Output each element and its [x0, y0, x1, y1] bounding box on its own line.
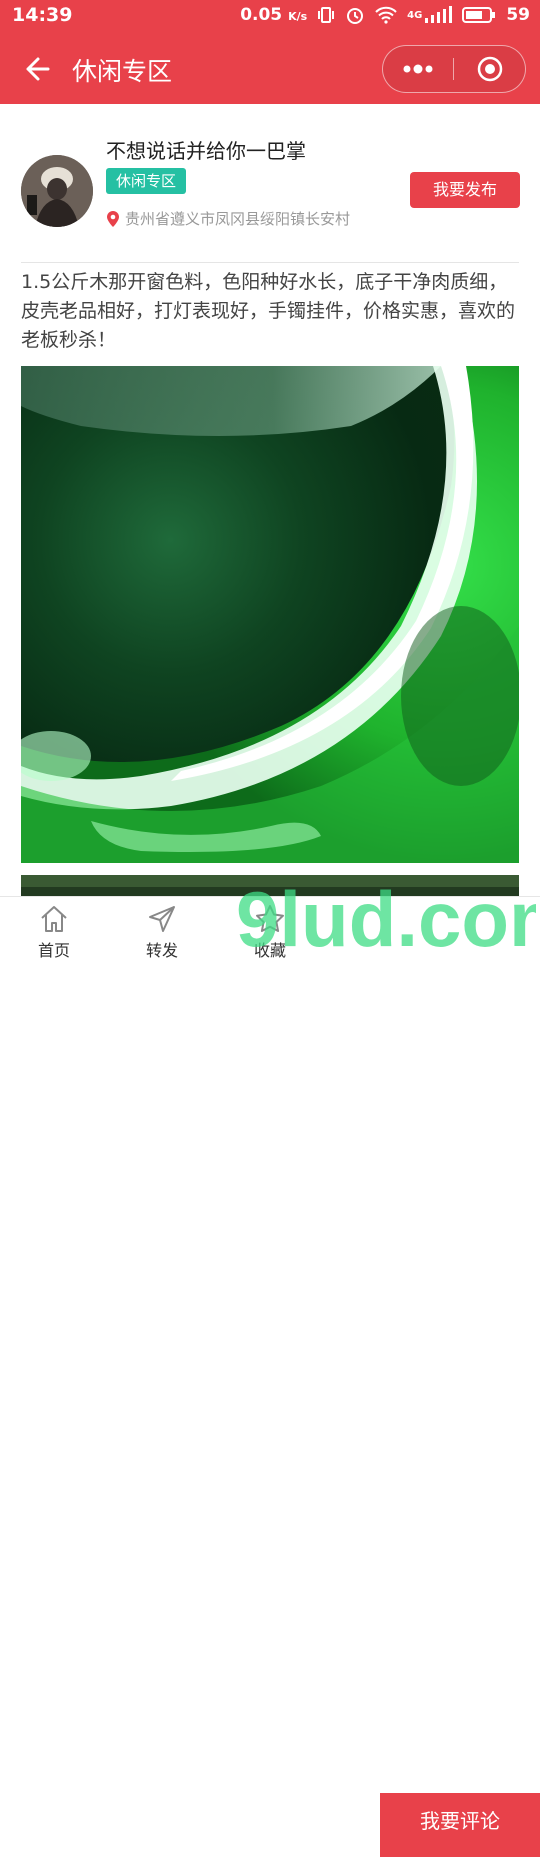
tab-home-label: 首页 [37, 941, 70, 960]
avatar-image [21, 155, 93, 227]
author-name[interactable]: 不想说话并给你一巴掌 [106, 135, 306, 164]
publish-button[interactable]: 我要发布 [410, 172, 520, 208]
nav-bar: 休闲专区 [0, 34, 540, 104]
alarm-icon [347, 8, 364, 24]
battery-icon [462, 7, 496, 23]
location-text: 贵州省遵义市凤冈县绥阳镇长安村 [125, 210, 351, 228]
signal-icon [425, 6, 453, 23]
back-arrow-icon[interactable] [22, 54, 52, 84]
status-bar: 14:39 0.05 K/s 4G 59 [0, 0, 540, 34]
tab-share-label: 转发 [145, 941, 178, 960]
page-title: 休闲专区 [72, 57, 173, 86]
capsule-divider [453, 58, 454, 80]
location-pin-icon [107, 210, 119, 227]
jade-photo [21, 366, 519, 863]
post-image[interactable] [21, 366, 519, 863]
category-tag: 休闲专区 [106, 168, 187, 194]
mini-program-capsule [382, 45, 526, 93]
star-icon [256, 905, 284, 932]
comment-button[interactable]: 我要评论 [380, 1793, 540, 1857]
tab-favorite[interactable]: 收藏 [235, 897, 305, 961]
post-content: 1.5公斤木那开窗色料，色阳种好水长，底子干净肉质细，皮壳老品相好，打灯表现好，… [21, 271, 516, 351]
send-icon [149, 906, 175, 932]
status-icons: 0.05 K/s 4G 59 [240, 5, 530, 25]
vibrate-icon [318, 7, 335, 23]
target-circle-icon [477, 56, 503, 82]
avatar[interactable] [21, 155, 93, 227]
tab-favorite-label: 收藏 [253, 941, 286, 960]
network-speed: 0.05 K/s [240, 5, 308, 25]
tab-home[interactable]: 首页 [19, 897, 89, 961]
header-divider [21, 262, 519, 263]
more-dots-icon [403, 64, 433, 74]
home-icon [41, 906, 67, 932]
wifi-icon [375, 6, 397, 24]
tab-share[interactable]: 转发 [127, 897, 197, 961]
location-row: 贵州省遵义市凤冈县绥阳镇长安村 [106, 208, 350, 229]
close-mini-program-button[interactable] [455, 46, 525, 92]
status-time: 14:39 [12, 4, 73, 26]
battery-level: 59 [506, 5, 530, 25]
network-type: 4G [407, 9, 423, 21]
more-button[interactable] [383, 46, 453, 92]
bottom-tab-bar: 首页 转发 收藏 我要评论 [0, 896, 540, 1857]
